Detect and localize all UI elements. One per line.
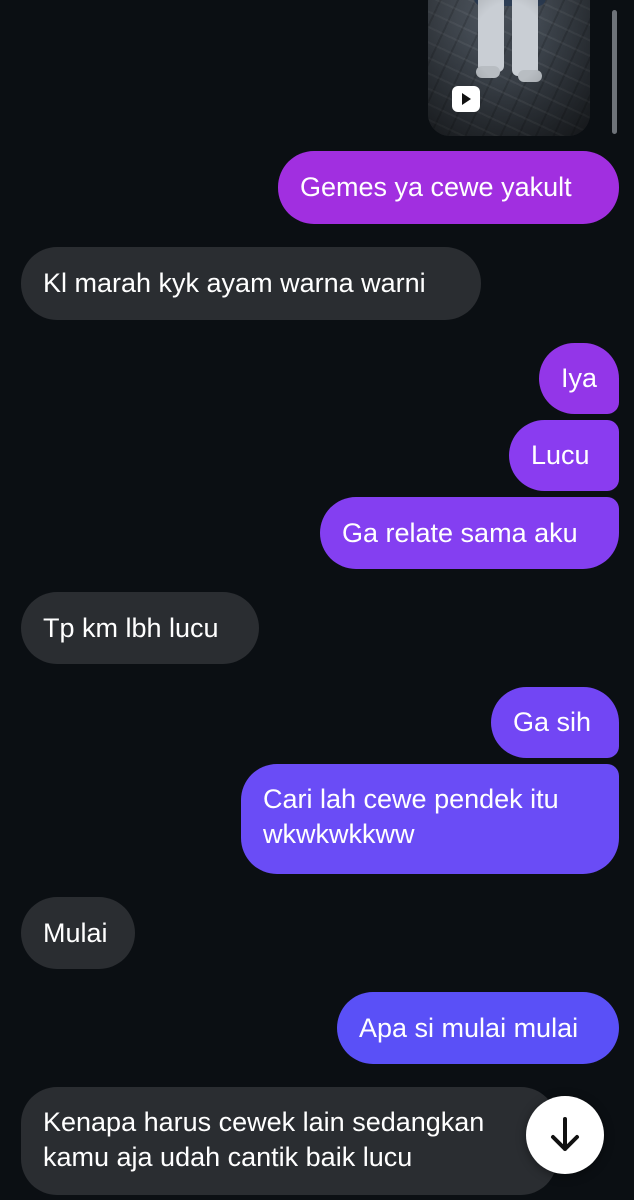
chat-thread[interactable]: Gemes ya cewe yakult Kl marah kyk ayam w… (0, 0, 634, 1200)
message-bubble-outgoing[interactable]: Gemes ya cewe yakult (278, 151, 619, 224)
message-bubble-incoming[interactable]: Tp km lbh lucu (21, 592, 259, 664)
message-text: Iya (561, 363, 598, 393)
scroll-to-bottom-button[interactable] (526, 1096, 604, 1174)
arrow-down-icon (551, 1117, 579, 1151)
message-text: Kenapa harus cewek lain sedangkan kamu a… (43, 1107, 485, 1172)
message-text: Tp km lbh lucu (43, 612, 219, 643)
message-bubble-incoming[interactable]: Kenapa harus cewek lain sedangkan kamu a… (21, 1087, 557, 1195)
scrollbar-thumb[interactable] (612, 10, 617, 134)
message-text: Mulai (43, 917, 108, 948)
video-message-thumbnail[interactable] (428, 0, 590, 136)
message-text: Gemes ya cewe yakult (300, 172, 572, 202)
message-bubble-incoming[interactable]: Mulai (21, 897, 135, 969)
message-bubble-outgoing[interactable]: Iya (539, 343, 619, 414)
message-text: Kl marah kyk ayam warna warni (43, 268, 426, 298)
message-bubble-outgoing[interactable]: Lucu (509, 420, 619, 491)
message-bubble-outgoing[interactable]: Apa si mulai mulai (337, 992, 619, 1064)
message-bubble-outgoing[interactable]: Ga sih (491, 687, 619, 758)
play-icon[interactable] (452, 86, 480, 112)
message-text: Apa si mulai mulai (359, 1012, 579, 1043)
message-text: Ga sih (513, 707, 592, 737)
message-text: Lucu (531, 440, 590, 470)
message-text: Ga relate sama aku (342, 517, 578, 548)
message-bubble-outgoing[interactable]: Cari lah cewe pendek itu wkwkwkkww (241, 764, 619, 874)
message-text: Cari lah cewe pendek itu wkwkwkkww (263, 784, 559, 849)
message-bubble-outgoing[interactable]: Ga relate sama aku (320, 497, 619, 569)
message-bubble-incoming[interactable]: Kl marah kyk ayam warna warni (21, 247, 481, 320)
